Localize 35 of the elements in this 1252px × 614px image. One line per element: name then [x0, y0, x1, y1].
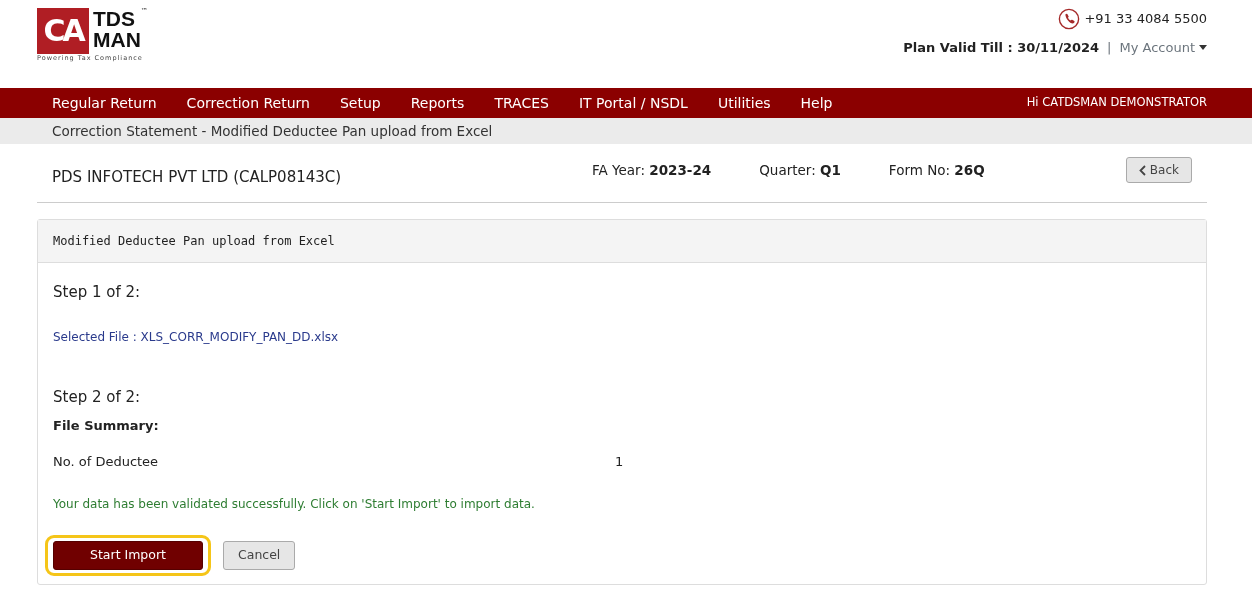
chevron-left-icon: [1138, 164, 1146, 176]
success-message: Your data has been validated successfully. Click on 'Start Import' to import data.: [53, 496, 536, 513]
start-import-button[interactable]: Start Import: [53, 541, 203, 570]
logo-text: TDS: [93, 8, 136, 29]
nav-link[interactable]: Correction Return: [186, 92, 310, 114]
company-name: PDS INFOTECH PVT LTD (CALP08143C): [52, 166, 343, 188]
panel-title: Modified Deductee Pan upload from Excel: [38, 220, 1206, 263]
nav-link[interactable]: Help: [800, 92, 833, 114]
nav-link[interactable]: IT Portal / NSDL: [578, 92, 688, 114]
phone-number: +91 33 4084 5500: [1084, 10, 1207, 29]
nav-link[interactable]: TRACES: [494, 92, 549, 114]
caret-icon: [1199, 45, 1207, 51]
nav-link[interactable]: Reports: [410, 92, 465, 114]
separator: |: [1107, 39, 1112, 57]
nav-link[interactable]: Regular Return: [52, 92, 157, 114]
nav-link[interactable]: Utilities: [717, 92, 771, 114]
step-heading: Step 2 of 2:: [53, 386, 142, 408]
summary-value: 1: [615, 452, 624, 471]
plan-validity: Plan Valid Till : 30/11/2024: [903, 39, 1100, 57]
info-field: Form No: 26Q: [888, 159, 985, 181]
logo-text: MAN: [93, 29, 141, 50]
user-greeting: Hi CATDSMAN DEMONSTRATOR: [1026, 94, 1207, 112]
summary-label: No. of Deductee: [53, 452, 160, 471]
info-field: Quarter: Q1: [759, 159, 841, 181]
cancel-button[interactable]: Cancel: [223, 541, 296, 570]
breadcrumb-title: Correction Statement - Modified Deductee Pan upload from Excel: [0, 118, 1252, 144]
info-field: FA Year: 2023-24: [592, 159, 712, 181]
logo-mark: CA: [37, 8, 89, 54]
phone-icon: [1058, 8, 1081, 30]
summary-label: File Summary:: [53, 417, 160, 435]
step-heading: Step 1 of 2:: [53, 282, 142, 303]
nav-link[interactable]: Setup: [339, 92, 381, 114]
account-menu[interactable]: My Account: [1119, 38, 1207, 58]
back-button[interactable]: Back: [1125, 157, 1192, 183]
selected-file: Selected File : XLS_CORR_MODIFY_PAN_DD.xlsx: [53, 328, 340, 346]
